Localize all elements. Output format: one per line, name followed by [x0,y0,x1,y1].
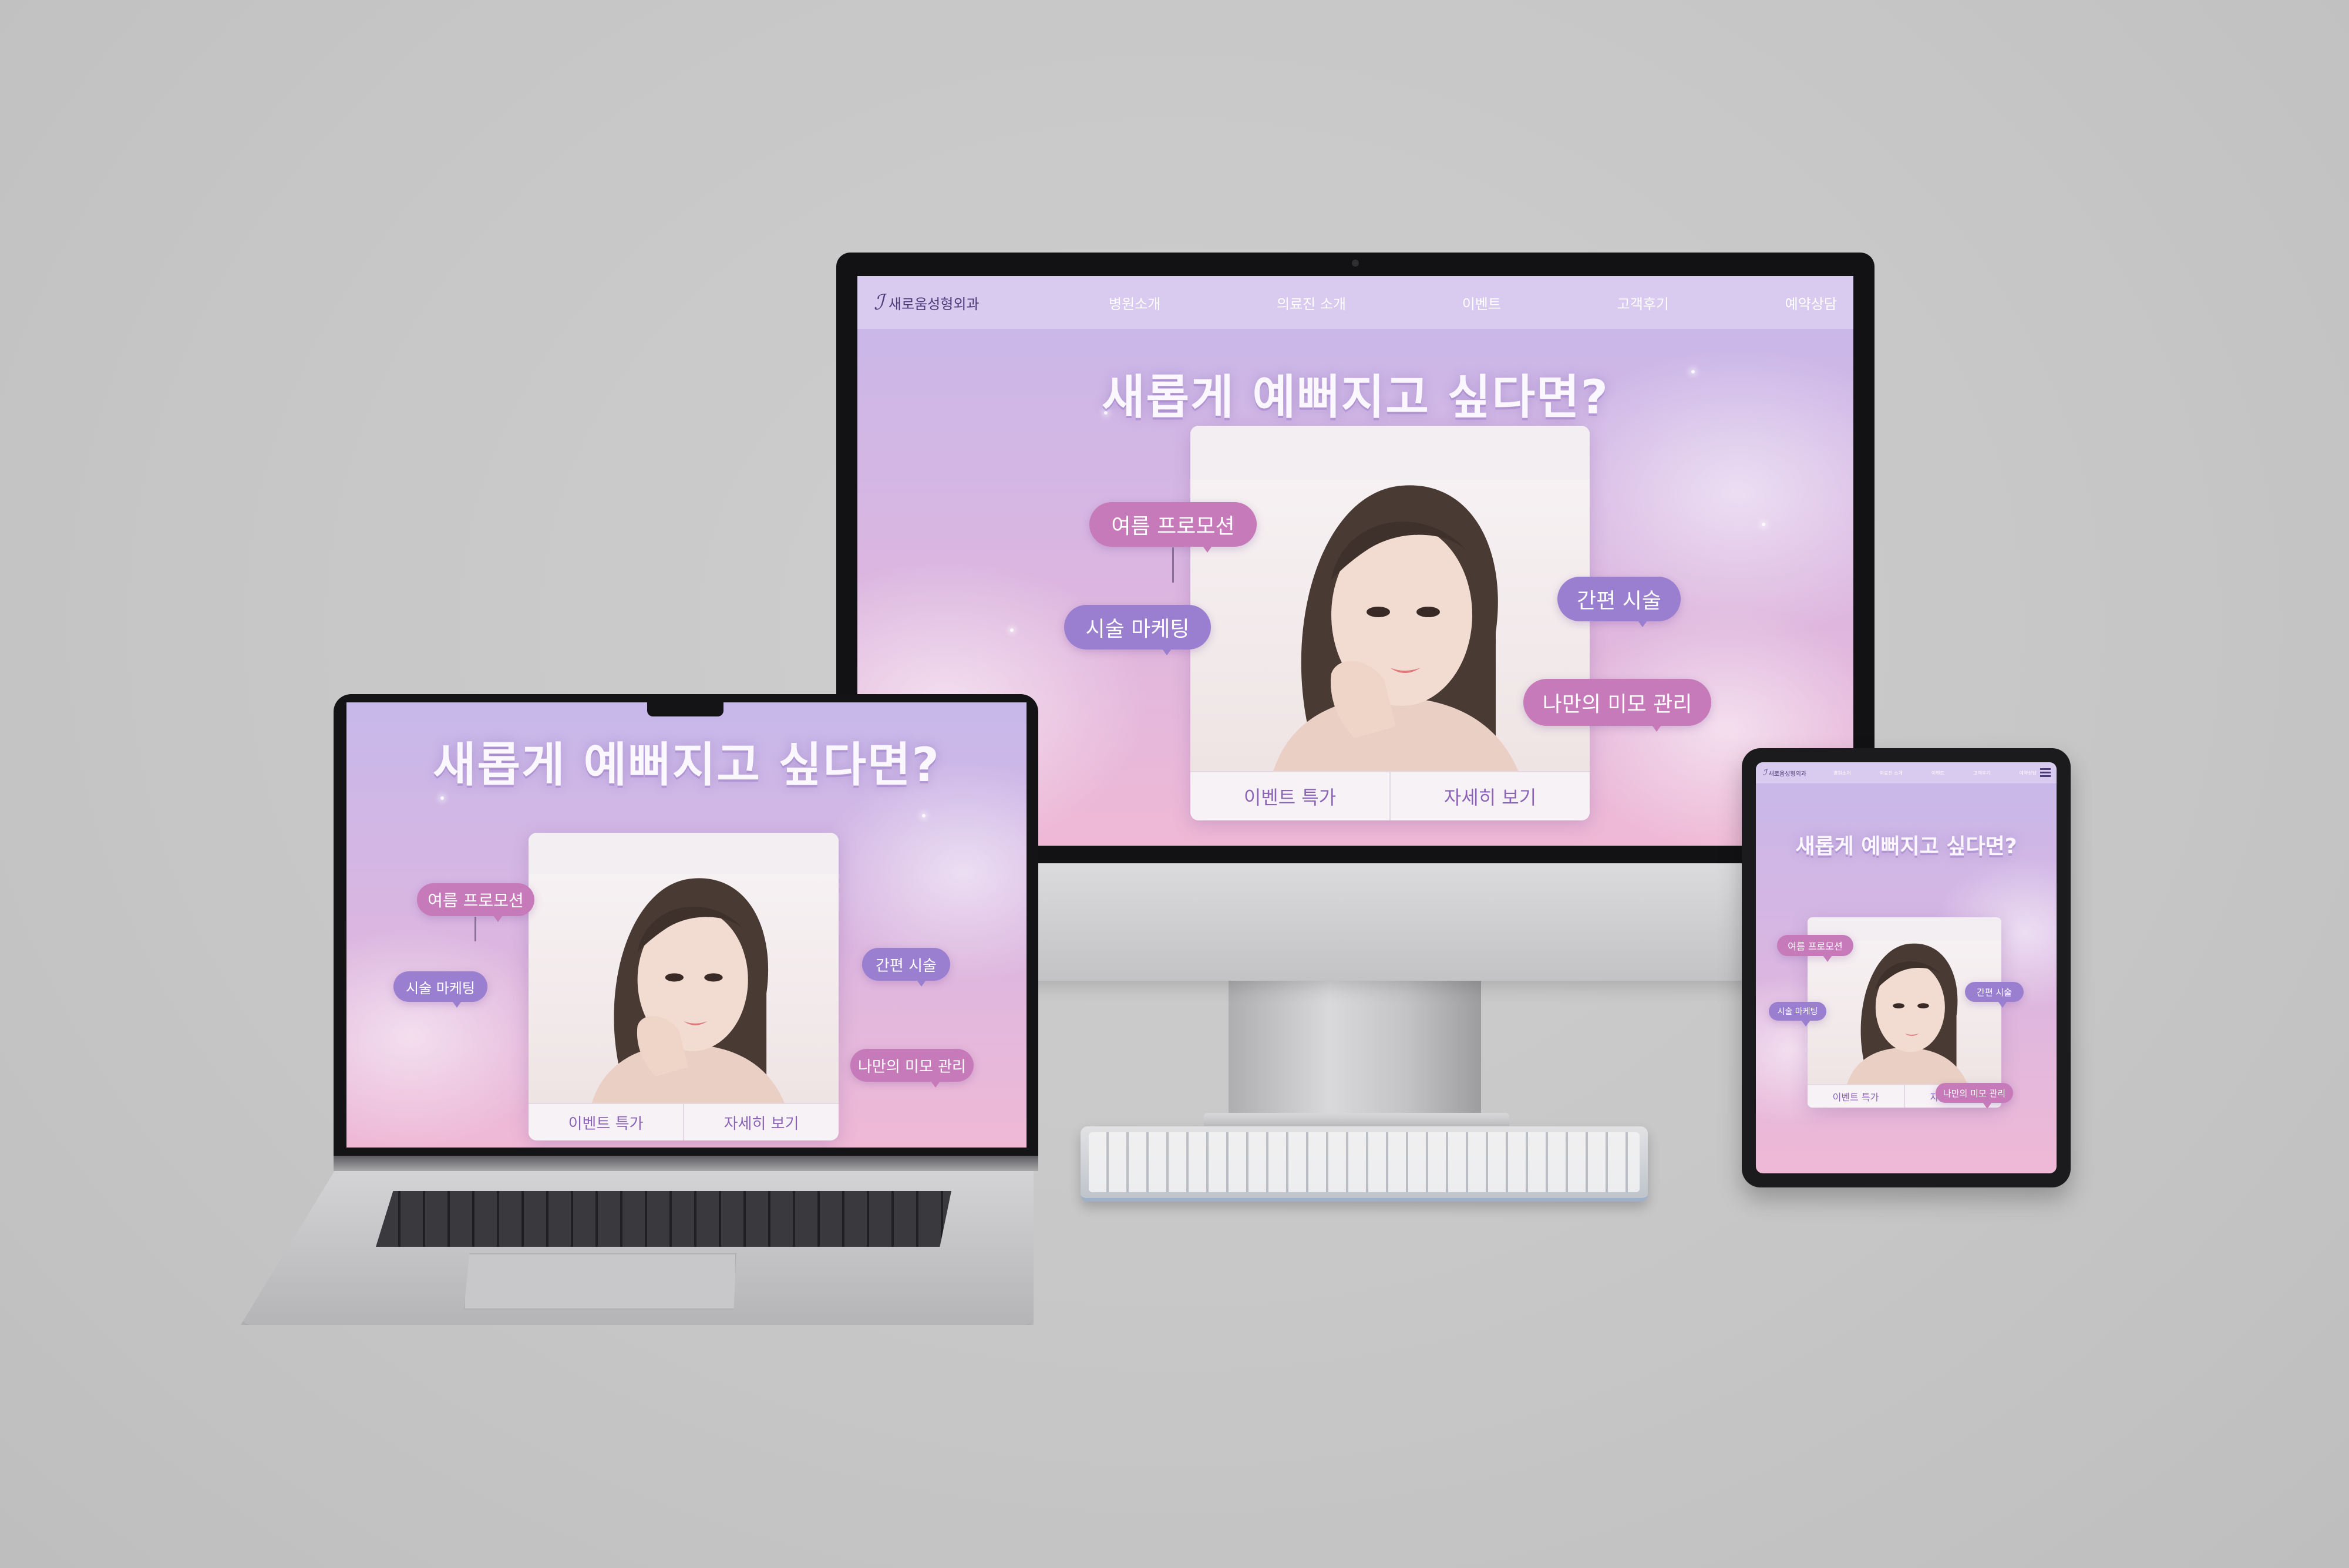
brand-name: 새로움성형외과 [1768,770,1806,778]
laptop-hinge [334,1156,1038,1171]
website-tablet: ℐ 새로움성형외과 병원소개 의료진 소개 이벤트 고객후기 예약상담 새롭게 … [1756,762,2057,1173]
detail-button[interactable]: 자세히 보기 [683,1104,839,1140]
brand-logo[interactable]: ℐ 새로움성형외과 [1763,768,1833,778]
model-portrait-image [529,874,839,1104]
hero-headline: 새롭게 예뻐지고 싶다면? [432,738,941,792]
model-portrait-image [1808,941,2001,1085]
nav-events[interactable]: 이벤트 [1931,770,1944,776]
laptop-keyboard [376,1191,951,1247]
bubble-procedure-marketing: 시술 마케팅 [393,971,487,1008]
event-price-button[interactable]: 이벤트 특가 [529,1104,683,1140]
bubble-beauty-care: 나만의 미모 관리 [850,1049,974,1088]
portrait-illustration [591,878,785,1104]
portrait-illustration [1846,943,1968,1085]
hero-card: 이벤트 특가 자세히 보기 [529,833,839,1140]
bubble-summer-promotion: 여름 프로모션 [417,883,534,922]
bubble-connector [474,917,476,941]
hamburger-menu-icon[interactable] [2040,768,2051,777]
laptop-screen: 새롭게 예뻐지고 싶다면? 이벤트 특가 자세히 보기 여름 프로모션 시술 마… [346,702,1027,1148]
website-laptop: 새롭게 예뻐지고 싶다면? 이벤트 특가 자세히 보기 여름 프로모션 시술 마… [346,702,1027,1148]
logo-mark-icon: ℐ [1763,768,1767,778]
nav-reservation[interactable]: 예약상담 [2020,770,2037,776]
tablet: ℐ 새로움성형외과 병원소개 의료진 소개 이벤트 고객후기 예약상담 새롭게 … [1742,748,2071,1187]
tablet-screen: ℐ 새로움성형외과 병원소개 의료진 소개 이벤트 고객후기 예약상담 새롭게 … [1756,762,2057,1173]
nav-doctors[interactable]: 의료진 소개 [1880,770,1903,776]
laptop-notch [647,699,723,716]
event-price-button[interactable]: 이벤트 특가 [1808,1085,1904,1108]
bubble-simple-procedure: 간편 시술 [1965,982,2024,1008]
top-navigation: ℐ 새로움성형외과 병원소개 의료진 소개 이벤트 고객후기 예약상담 [1756,762,2057,783]
bubble-procedure-marketing: 시술 마케팅 [1769,1002,1826,1027]
card-header [529,833,839,875]
bubble-summer-promotion: 여름 프로모션 [1777,935,1853,962]
nav-reviews[interactable]: 고객후기 [1973,770,1990,776]
bubble-beauty-care: 나만의 미모 관리 [1936,1083,2013,1109]
nav-about[interactable]: 병원소개 [1833,770,1850,776]
bubble-simple-procedure: 간편 시술 [862,948,950,987]
card-footer: 이벤트 특가 자세히 보기 [529,1103,839,1140]
hero-headline: 새롭게 예뻐지고 싶다면? [1795,835,2017,859]
laptop-trackpad [464,1253,736,1310]
